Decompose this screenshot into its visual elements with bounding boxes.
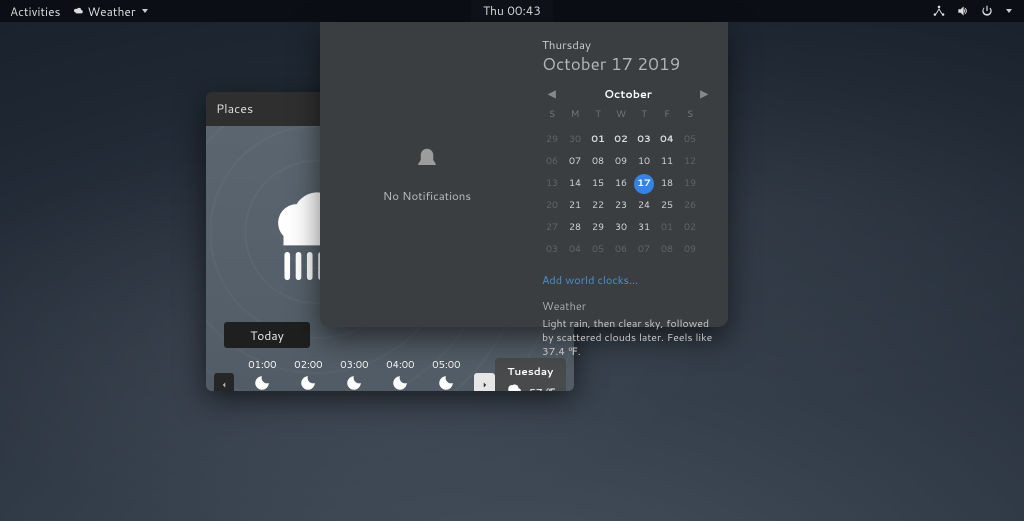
notifications-panel: No Notifications — [320, 22, 534, 327]
hour-time: 02:00 — [294, 358, 322, 372]
hour-time: 04:00 — [386, 358, 414, 372]
today-button[interactable]: Today — [224, 322, 310, 348]
calendar-day[interactable]: 10 — [634, 152, 654, 172]
hour-cell: 03:0043 ℉ — [334, 358, 374, 391]
calendar-day[interactable]: 14 — [565, 174, 585, 194]
calendar-day[interactable]: 22 — [588, 196, 608, 216]
calendar-day[interactable]: 24 — [634, 196, 654, 216]
calendar-day[interactable]: 07 — [634, 240, 654, 260]
calendar-dow-cell: S — [680, 108, 700, 128]
calendar-dow: Thursday — [542, 36, 714, 53]
no-notifications-label: No Notifications — [383, 187, 471, 204]
calendar-day[interactable]: 23 — [611, 196, 631, 216]
hour-time: 05:00 — [432, 358, 460, 372]
calendar-day[interactable]: 19 — [680, 174, 700, 194]
calendar-day[interactable]: 04 — [657, 130, 677, 150]
hourly-forecast-row: 01:0044 ℉02:0044 ℉03:0043 ℉04:0042 ℉05:0… — [214, 358, 566, 391]
calendar-day[interactable]: 03 — [634, 130, 654, 150]
calendar-day[interactable]: 05 — [680, 130, 700, 150]
calendar-day[interactable]: 30 — [611, 218, 631, 238]
calendar-day[interactable]: 29 — [542, 130, 562, 150]
calendar-day[interactable]: 01 — [657, 218, 677, 238]
bell-icon — [412, 145, 442, 187]
calendar-dow-cell: M — [565, 108, 585, 128]
calendar-day[interactable]: 25 — [657, 196, 677, 216]
calendar-date: October 17 2019 — [542, 52, 714, 76]
calendar-dow-cell: W — [611, 108, 631, 128]
forecast-day: Tuesday — [507, 365, 553, 379]
calendar-next-month[interactable]: ▶ — [696, 87, 712, 101]
forecast-temp: 57 ℉ — [529, 386, 555, 391]
moon-icon — [345, 374, 363, 391]
calendar-day[interactable]: 13 — [542, 174, 562, 194]
calendar-day[interactable]: 02 — [611, 130, 631, 150]
calendar-day[interactable]: 06 — [611, 240, 631, 260]
forecast-card[interactable]: Tuesday 57 ℉ — [495, 358, 566, 391]
calendar-day[interactable]: 06 — [542, 152, 562, 172]
calendar-day[interactable]: 12 — [680, 152, 700, 172]
partly-cloudy-icon — [505, 381, 525, 391]
weather-summary: Light rain, then clear sky, followed by … — [542, 317, 714, 360]
calendar-month-label: October — [604, 86, 652, 102]
calendar-day[interactable]: 28 — [565, 218, 585, 238]
network-icon[interactable] — [932, 4, 946, 18]
top-bar: Activities Weather Thu 00:43 — [0, 0, 1024, 22]
calendar-day[interactable]: 08 — [657, 240, 677, 260]
chevron-down-icon — [142, 9, 148, 13]
calendar-day[interactable]: 07 — [565, 152, 585, 172]
moon-icon — [437, 374, 455, 391]
volume-icon[interactable] — [956, 4, 970, 18]
weather-heading: Weather — [542, 298, 714, 314]
calendar-dow-cell: F — [657, 108, 677, 128]
calendar-day[interactable]: 21 — [565, 196, 585, 216]
calendar-day[interactable]: 26 — [680, 196, 700, 216]
power-icon[interactable] — [980, 4, 994, 18]
calendar-day[interactable]: 03 — [542, 240, 562, 260]
app-menu-label: Weather — [88, 3, 136, 20]
calendar-day[interactable]: 18 — [657, 174, 677, 194]
calendar-day[interactable]: 30 — [565, 130, 585, 150]
calendar-day[interactable]: 15 — [588, 174, 608, 194]
calendar-day[interactable]: 08 — [588, 152, 608, 172]
hourly-prev-button[interactable] — [214, 373, 234, 391]
calendar-day[interactable]: 31 — [634, 218, 654, 238]
hourly-next-button[interactable] — [474, 373, 494, 391]
calendar-dow-cell: T — [588, 108, 608, 128]
places-tab[interactable]: Places — [216, 100, 253, 118]
moon-icon — [253, 374, 271, 391]
moon-icon — [299, 374, 317, 391]
clock-label: Thu 00:43 — [483, 2, 541, 19]
moon-icon — [391, 374, 409, 391]
clock-button[interactable]: Thu 00:43 — [471, 0, 553, 24]
calendar-day[interactable]: 01 — [588, 130, 608, 150]
hour-cell: 01:0044 ℉ — [242, 358, 282, 391]
calendar-day[interactable]: 29 — [588, 218, 608, 238]
calendar-dow-cell: S — [542, 108, 562, 128]
calendar-day[interactable]: 09 — [611, 152, 631, 172]
hour-cell: 02:0044 ℉ — [288, 358, 328, 391]
activities-button[interactable]: Activities — [10, 3, 61, 20]
calendar-day[interactable]: 09 — [680, 240, 700, 260]
calendar-day[interactable]: 11 — [657, 152, 677, 172]
calendar-day[interactable]: 16 — [611, 174, 631, 194]
calendar-prev-month[interactable]: ◀ — [544, 87, 560, 101]
hour-time: 01:00 — [248, 358, 276, 372]
calendar-day[interactable]: 27 — [542, 218, 562, 238]
app-menu[interactable]: Weather — [73, 3, 148, 20]
calendar-day[interactable]: 20 — [542, 196, 562, 216]
calendar-day[interactable]: 02 — [680, 218, 700, 238]
calendar-panel: Thursday October 17 2019 ◀ October ▶ SMT… — [534, 22, 728, 327]
system-menu-chevron-icon[interactable] — [1006, 9, 1012, 13]
hour-cell: 04:0042 ℉ — [380, 358, 420, 391]
calendar-day[interactable]: 05 — [588, 240, 608, 260]
calendar-day[interactable]: 04 — [565, 240, 585, 260]
calendar-grid: SMTWTFS293001020304050607080910111213141… — [542, 108, 714, 260]
weather-app-icon — [73, 6, 84, 17]
calendar-day-today[interactable]: 17 — [634, 174, 654, 194]
calendar-dow-cell: T — [634, 108, 654, 128]
hour-time: 03:00 — [340, 358, 368, 372]
add-world-clocks-link[interactable]: Add world clocks… — [542, 272, 714, 288]
hour-cell: 05:0042 ℉ — [426, 358, 466, 391]
clock-popover: No Notifications Thursday October 17 201… — [320, 22, 728, 327]
